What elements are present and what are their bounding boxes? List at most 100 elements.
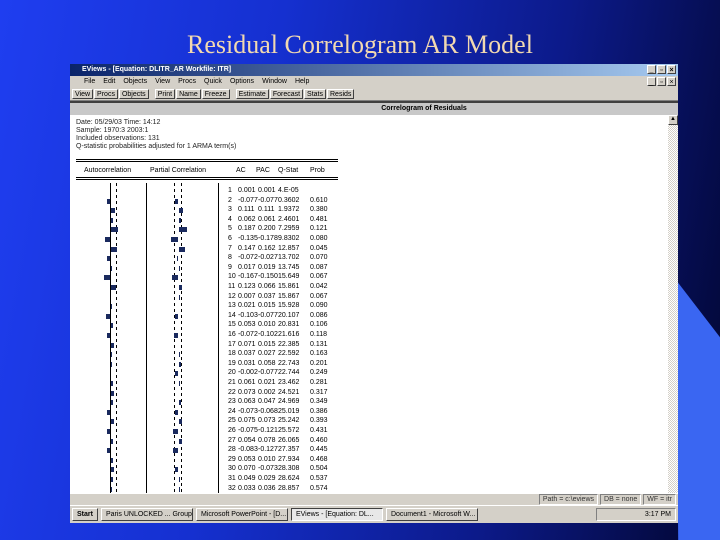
start-button[interactable]: Start <box>72 508 98 521</box>
menu-edit[interactable]: Edit <box>103 76 115 88</box>
menu-quick[interactable]: Quick <box>204 76 222 88</box>
pac-value: 0.010 <box>258 455 276 463</box>
taskbar-item-powerpoint[interactable]: Microsoft PowerPoint - [D... <box>195 508 288 521</box>
minimize-button[interactable]: _ <box>647 65 656 74</box>
title-bar: EViews - [Equation: DLITR_AR Workfile: I… <box>70 64 678 76</box>
prob-value: 0.386 <box>310 407 328 415</box>
lag: 30 <box>228 465 236 473</box>
prob-value: 0.121 <box>310 225 328 233</box>
view-button[interactable]: View <box>72 89 94 99</box>
taskbar-item-word[interactable]: Document1 - Microsoft W... <box>385 508 478 521</box>
pac-value: 0.015 <box>258 302 276 310</box>
pac-value: 0.066 <box>258 283 276 290</box>
ac-bar <box>111 323 113 329</box>
q-stat-value: 28.308 <box>278 465 300 473</box>
objects-button[interactable]: Objects <box>118 89 149 99</box>
ac-value: 0.054 <box>238 436 256 444</box>
estimate-button[interactable]: Estimate <box>235 89 269 99</box>
ac-bar <box>103 275 110 281</box>
ac-value: -0.072 <box>238 254 258 262</box>
divider <box>76 177 338 180</box>
doc-close-button[interactable]: × <box>667 77 676 86</box>
vertical-scrollbar[interactable]: ▲ <box>668 115 678 493</box>
table-row: 24 -0.073 -0.068 25.019 0.386 <box>70 408 370 417</box>
table-row: 31 0.049 0.029 28.624 0.537 <box>70 475 370 484</box>
ac-value: 0.001 <box>238 187 256 194</box>
doc-restore-button[interactable]: ▫ <box>657 77 666 86</box>
ac-bar <box>111 419 114 425</box>
lag: 19 <box>228 359 236 367</box>
prob-value: 0.445 <box>310 446 328 454</box>
print-button[interactable]: Print <box>154 89 176 99</box>
table-row: 9 0.017 0.019 13.745 0.087 <box>70 264 370 273</box>
forecast-button[interactable]: Forecast <box>269 89 304 99</box>
stats-button[interactable]: Stats <box>304 89 326 99</box>
ac-bar <box>111 246 117 252</box>
taskbar-item[interactable]: Paris UNLOCKED ... Group <box>100 508 193 521</box>
lag: 12 <box>228 292 236 300</box>
status-db: DB = none <box>600 494 642 505</box>
q-stat-value: 15.649 <box>278 273 300 281</box>
pac-bar <box>171 237 178 242</box>
table-row: 12 0.007 0.037 15.867 0.067 <box>70 293 370 302</box>
decorative-shape <box>676 280 720 540</box>
table-row: 27 0.054 0.078 26.065 0.460 <box>70 437 370 446</box>
q-stat-value: 4.E-05 <box>278 187 299 194</box>
doc-minimize-button[interactable]: _ <box>647 77 656 86</box>
pac-value: 0.058 <box>258 359 276 367</box>
prob-value: 0.281 <box>310 379 328 386</box>
lag: 13 <box>228 302 236 310</box>
column-headers: Autocorrelation Partial Correlation AC P… <box>70 167 370 175</box>
ac-bar <box>111 467 114 473</box>
pac-bar <box>179 352 181 358</box>
prob-value: 0.574 <box>310 484 328 492</box>
resids-button[interactable]: Resids <box>327 89 355 99</box>
status-wf: WF = itr <box>643 494 676 505</box>
ac-value: -0.073 <box>238 407 258 415</box>
name-button[interactable]: Name <box>176 89 201 99</box>
lag: 14 <box>228 311 236 319</box>
lag: 20 <box>228 369 236 377</box>
col-partial-correlation: Partial Correlation <box>150 167 207 174</box>
prob-value: 0.460 <box>310 436 328 444</box>
pac-value: 0.010 <box>258 321 276 329</box>
taskbar-item-eviews[interactable]: EViews - [Equation: DL... <box>290 508 383 521</box>
restore-button[interactable]: ▫ <box>657 65 666 74</box>
pac-bar <box>179 400 181 406</box>
lag: 22 <box>228 388 236 396</box>
table-row: 6 -0.135 -0.178 9.8302 0.080 <box>70 235 370 244</box>
ac-bar <box>111 304 112 310</box>
table-row: 23 0.063 0.047 24.969 0.349 <box>70 398 370 407</box>
menu-objects[interactable]: Objects <box>123 76 147 88</box>
pac-bar <box>179 477 181 482</box>
table-row: 1 0.001 0.001 4.E-05 <box>70 187 370 196</box>
ac-bar <box>111 208 116 214</box>
ac-bar <box>111 227 119 233</box>
menu-view[interactable]: View <box>155 76 170 88</box>
prob-value: 0.380 <box>310 206 328 214</box>
ac-value: 0.017 <box>238 263 256 271</box>
scroll-up-icon[interactable]: ▲ <box>668 115 678 125</box>
pac-bar <box>173 429 178 434</box>
menu-window[interactable]: Window <box>262 76 287 88</box>
pac-bar <box>179 246 186 252</box>
prob-value: 0.087 <box>310 263 328 271</box>
prob-value: 0.431 <box>310 427 328 434</box>
menu-file[interactable]: File <box>84 76 95 88</box>
pac-value: -0.178 <box>258 235 278 242</box>
procs-button[interactable]: Procs <box>94 89 118 99</box>
lag: 9 <box>228 263 232 271</box>
q-stat-value: 22.743 <box>278 359 300 367</box>
menu-procs[interactable]: Procs <box>178 76 196 88</box>
menu-help[interactable]: Help <box>295 76 309 88</box>
freeze-button[interactable]: Freeze <box>201 89 230 99</box>
pac-value: 0.021 <box>258 379 276 386</box>
ac-bar <box>107 333 110 338</box>
q-stat-value: 22.744 <box>278 369 300 377</box>
table-row: 20 -0.002 -0.077 22.744 0.249 <box>70 369 370 378</box>
ac-value: 0.037 <box>238 350 256 358</box>
q-stat-value: 15.928 <box>278 302 300 310</box>
menu-options[interactable]: Options <box>230 76 254 88</box>
pac-bar <box>175 371 178 377</box>
close-button[interactable]: × <box>667 65 676 74</box>
